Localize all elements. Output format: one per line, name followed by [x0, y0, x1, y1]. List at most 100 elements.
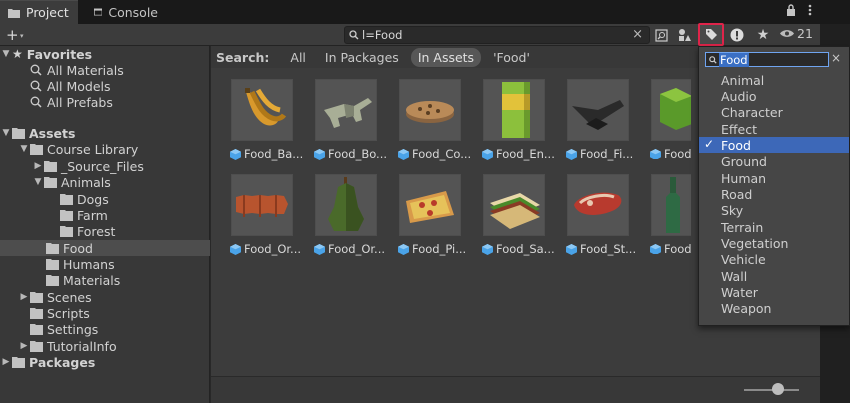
asset-thumbnail [567, 174, 629, 236]
label-option-water[interactable]: Water [699, 284, 849, 300]
tree-item-animals[interactable]: ▼ Animals [0, 174, 210, 190]
asset-name: Food_Fi... [580, 147, 634, 161]
tree-item-scripts[interactable]: Scripts [0, 305, 210, 321]
label-option-audio[interactable]: Audio [699, 88, 849, 104]
search-by-label-button[interactable] [698, 23, 724, 46]
tree-item-course-library[interactable]: ▼ Course Library [0, 141, 210, 157]
tree-item-tutorialinfo[interactable]: ▶ TutorialInfo [0, 338, 210, 354]
tree-item-all-models[interactable]: All Models [0, 78, 210, 94]
tree-item-favorites[interactable]: ▼ ★ Favorites [0, 46, 210, 62]
asset-name: Food_Pi... [412, 242, 467, 256]
expand-arrow-icon[interactable]: ▼ [18, 144, 30, 154]
asset-item[interactable]: Food_Or... [295, 174, 385, 256]
collapse-arrow-icon[interactable]: ▶ [32, 161, 44, 171]
search-icon [349, 30, 359, 40]
label-option-wall[interactable]: Wall [699, 268, 849, 284]
warning-icon [730, 28, 744, 42]
asset-item[interactable]: Food_Co... [379, 79, 471, 161]
asset-item[interactable]: Food_En... [463, 79, 555, 161]
hidden-packages-toggle[interactable]: 21 [780, 26, 813, 41]
tree-item-farm[interactable]: Farm [0, 207, 210, 223]
asset-name: Food_Or... [328, 242, 386, 256]
label-option-character[interactable]: Character [699, 104, 849, 120]
label-option-animal[interactable]: Animal [699, 72, 849, 88]
tree-item-all-prefabs[interactable]: All Prefabs [0, 94, 210, 110]
asset-item[interactable]: Food_Ba... [211, 79, 303, 161]
asset-name: Food_Sa... [496, 242, 555, 256]
prefab-cube-icon [230, 148, 241, 160]
label-search-field[interactable]: Food [705, 52, 829, 67]
asset-item[interactable]: Food_St... [547, 174, 636, 256]
filter-by-type-button[interactable] [673, 25, 695, 45]
asset-item[interactable]: Food_Fi... [547, 79, 634, 161]
asset-item[interactable]: Food_Bo... [295, 79, 387, 161]
expand-arrow-icon[interactable]: ▼ [32, 177, 44, 187]
label-option-sky[interactable]: Sky [699, 202, 849, 218]
tree-item-dogs[interactable]: Dogs [0, 191, 210, 207]
prefab-cube-icon [566, 148, 577, 160]
label-option-road[interactable]: Road [699, 186, 849, 202]
asset-thumbnail [315, 79, 377, 141]
collapse-arrow-icon[interactable]: ▶ [18, 292, 30, 302]
favorites-filter-button[interactable]: ★ [752, 25, 774, 45]
asset-item[interactable]: Food_Or... [211, 174, 301, 256]
tree-item-settings[interactable]: Settings [0, 321, 210, 337]
search-input[interactable]: l=Food [362, 28, 402, 42]
asset-thumbnail [651, 174, 691, 236]
grid-footer [211, 376, 820, 403]
expand-arrow-icon[interactable]: ▼ [0, 128, 12, 138]
clear-search-icon[interactable]: × [632, 27, 643, 42]
tree-item-humans[interactable]: Humans [0, 256, 210, 272]
kebab-menu-icon[interactable] [808, 4, 812, 16]
scope-all[interactable]: All [283, 48, 313, 67]
tree-item-assets[interactable]: ▼ Assets [0, 125, 210, 141]
asset-item[interactable]: Food_Sa... [463, 174, 555, 256]
icon-size-slider-handle[interactable] [772, 383, 784, 395]
label-option-effect[interactable]: Effect [699, 121, 849, 137]
folder-icon [30, 340, 43, 352]
create-dropdown-arrow-icon[interactable]: ▾ [20, 32, 24, 40]
asset-item[interactable]: Food_V... [631, 174, 691, 254]
search-field[interactable]: l=Food × [344, 26, 650, 44]
asset-item[interactable]: Food_Pi... [379, 174, 467, 256]
lock-icon[interactable] [786, 4, 796, 16]
window-tab-bar: Project Console [0, 0, 850, 24]
star-icon: ★ [12, 47, 23, 61]
asset-item[interactable]: Food_C... [631, 79, 691, 159]
collapse-arrow-icon[interactable]: ▶ [18, 341, 30, 351]
scope-in-packages[interactable]: In Packages [318, 48, 406, 67]
search-by-type-icon [654, 28, 668, 42]
asset-name: Food_St... [580, 242, 637, 256]
scope-folder[interactable]: 'Food' [486, 48, 537, 67]
show-warnings-button[interactable] [726, 25, 748, 45]
label-option-human[interactable]: Human [699, 170, 849, 186]
create-button[interactable]: + [6, 26, 19, 44]
collapse-arrow-icon[interactable]: ▶ [0, 357, 12, 367]
label-option-vegetation[interactable]: Vegetation [699, 235, 849, 251]
folder-icon [12, 356, 25, 368]
tree-item-packages[interactable]: ▶ Packages [0, 354, 210, 370]
label-option-ground[interactable]: Ground [699, 153, 849, 169]
tab-project-label: Project [26, 5, 69, 20]
folder-icon [60, 225, 73, 237]
tree-item-all-materials[interactable]: All Materials [0, 62, 210, 78]
close-icon[interactable]: × [831, 51, 841, 65]
tree-item-food[interactable]: Food [0, 240, 210, 256]
tab-console[interactable]: Console [86, 0, 166, 24]
expand-arrow-icon[interactable]: ▼ [0, 49, 12, 59]
prefab-cube-icon [482, 243, 493, 255]
label-option-weapon[interactable]: Weapon [699, 300, 849, 316]
label-search-input[interactable]: Food [719, 52, 749, 67]
label-option-terrain[interactable]: Terrain [699, 219, 849, 235]
scope-in-assets[interactable]: In Assets [410, 47, 482, 67]
search-icon [30, 96, 42, 108]
tree-item-source-files[interactable]: ▶ _Source_Files [0, 158, 210, 174]
tab-project[interactable]: Project [0, 0, 78, 24]
label-option-vehicle[interactable]: Vehicle [699, 251, 849, 267]
tree-item-scenes[interactable]: ▶ Scenes [0, 289, 210, 305]
label-option-food[interactable]: ✓ Food [699, 137, 849, 153]
search-by-type-button[interactable] [650, 25, 672, 45]
tree-item-forest[interactable]: Forest [0, 223, 210, 239]
hidden-count: 21 [797, 26, 813, 41]
tree-item-materials[interactable]: Materials [0, 272, 210, 288]
